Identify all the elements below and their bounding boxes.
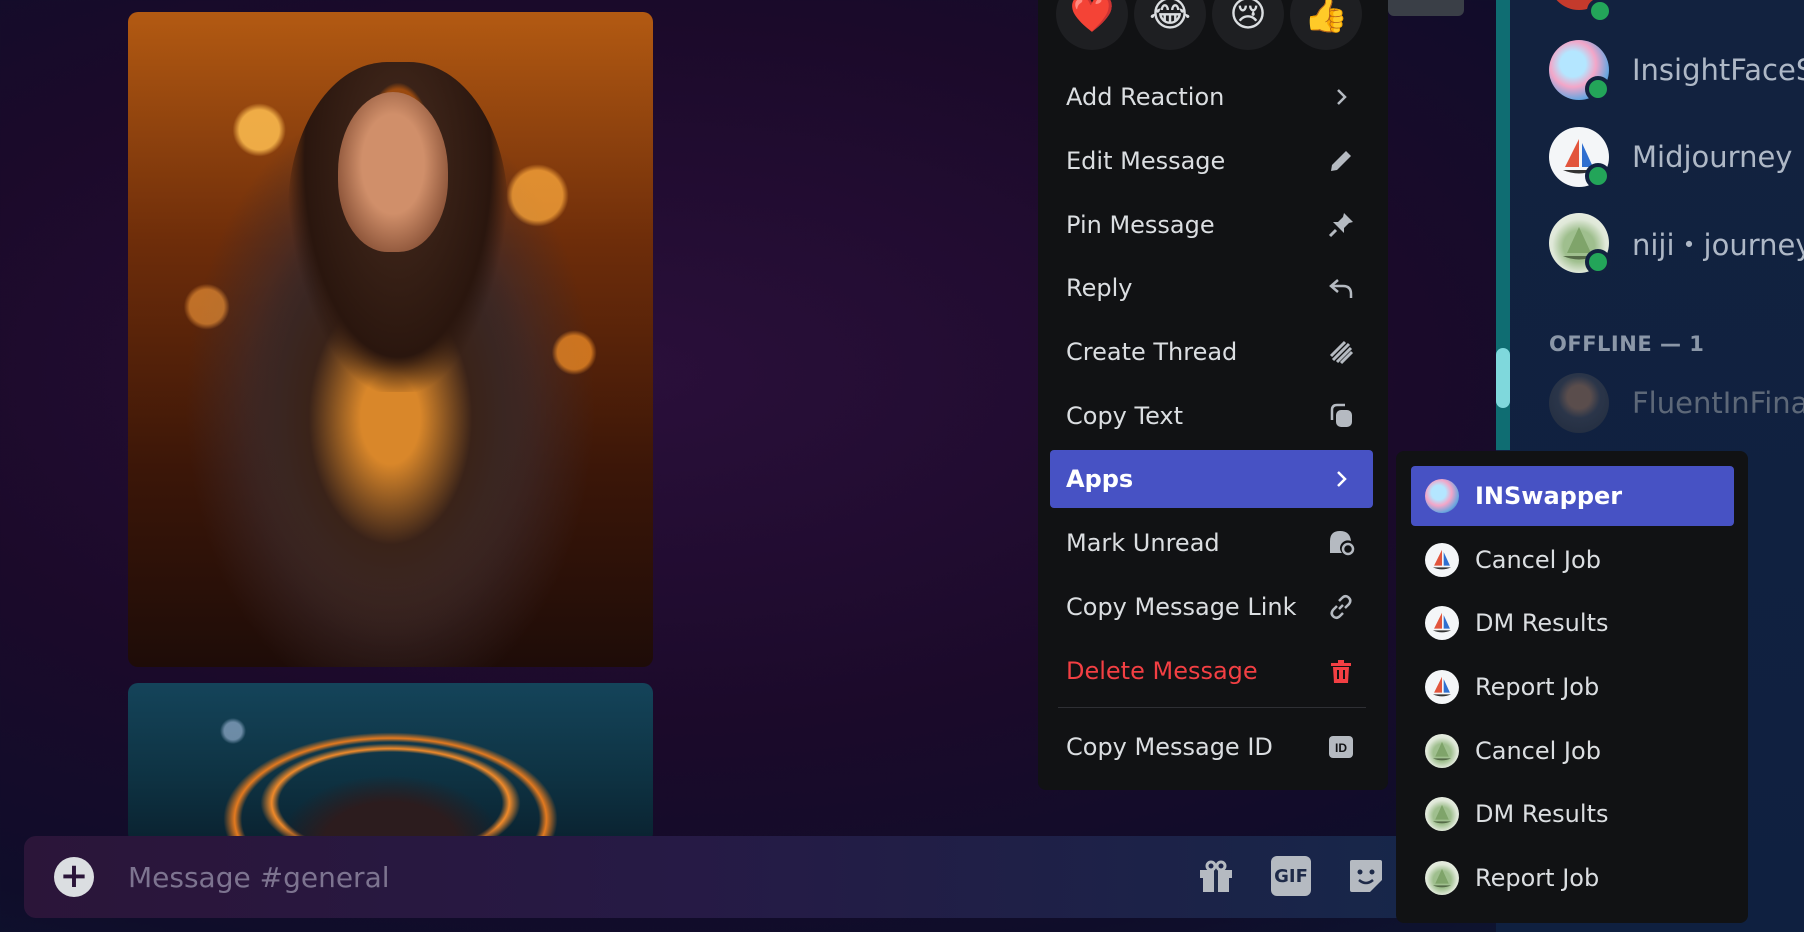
online-status-dot [1585, 76, 1611, 102]
svg-text:ID: ID [1335, 741, 1347, 755]
link-icon [1325, 591, 1357, 623]
member-name: InsightFaceSw [1632, 53, 1804, 87]
member-item-niji[interactable]: niji・journey [1549, 213, 1804, 275]
reaction-heart-button[interactable]: ❤️ [1056, 0, 1128, 50]
image-detail-face [338, 92, 448, 252]
menu-item-label: Copy Message ID [1066, 733, 1273, 761]
app-command-niji-dm-results[interactable]: DM Results [1411, 784, 1734, 844]
app-command-label: DM Results [1475, 800, 1609, 828]
midjourney-app-icon [1425, 543, 1459, 577]
offline-section-header: OFFLINE — 1 [1549, 332, 1705, 356]
avatar [1549, 127, 1611, 189]
menu-reply[interactable]: Reply [1050, 259, 1373, 317]
avatar [1549, 213, 1611, 275]
menu-item-label: Pin Message [1066, 211, 1215, 239]
chevron-right-icon [1325, 463, 1357, 495]
niji-app-icon [1425, 797, 1459, 831]
gift-icon[interactable] [1196, 856, 1236, 896]
online-status-dot [1585, 249, 1611, 275]
niji-app-icon [1425, 861, 1459, 895]
id-icon: ID [1325, 731, 1357, 763]
menu-apps[interactable]: Apps [1050, 450, 1373, 508]
plus-icon: + [59, 855, 89, 896]
pin-icon [1325, 209, 1357, 241]
menu-add-reaction[interactable]: Add Reaction [1050, 68, 1373, 126]
app-command-label: Report Job [1475, 864, 1600, 892]
reaction-joy-button[interactable]: 😂 [1134, 0, 1206, 50]
menu-item-label: Edit Message [1066, 147, 1226, 175]
attached-image-fire-portrait[interactable] [128, 12, 653, 667]
app-command-mj-cancel-job[interactable]: Cancel Job [1411, 530, 1734, 590]
insightface-app-icon [1425, 479, 1459, 513]
thumbs-up-emoji: 👍 [1303, 0, 1349, 35]
attached-image-second[interactable] [128, 683, 653, 843]
menu-separator [1058, 707, 1366, 708]
reaction-cry-button[interactable]: 😢 [1212, 0, 1284, 50]
add-attachment-button[interactable]: + [54, 857, 94, 897]
app-command-mj-report-job[interactable]: Report Job [1411, 657, 1734, 717]
gif-button[interactable]: GIF [1271, 856, 1311, 896]
avatar [1549, 40, 1611, 102]
menu-item-label: Copy Message Link [1066, 593, 1297, 621]
message-input[interactable] [128, 854, 928, 900]
menu-item-label: Create Thread [1066, 338, 1238, 366]
trash-icon [1325, 655, 1357, 687]
member-item-midjourney[interactable]: Midjourney B [1549, 127, 1804, 189]
message-composer: + GIF [24, 836, 1494, 918]
reply-icon [1325, 272, 1357, 304]
menu-item-label: Apps [1066, 465, 1134, 493]
thread-icon [1325, 336, 1357, 368]
member-name: Midjourney B [1632, 140, 1804, 174]
app-command-label: Cancel Job [1475, 546, 1601, 574]
menu-item-label: Delete Message [1066, 657, 1258, 685]
member-item-insightface[interactable]: InsightFaceSw [1549, 40, 1804, 102]
menu-item-label: Mark Unread [1066, 529, 1220, 557]
top-control-pill [1388, 0, 1464, 16]
pencil-icon [1325, 145, 1357, 177]
menu-create-thread[interactable]: Create Thread [1050, 323, 1373, 381]
heart-emoji: ❤️ [1069, 0, 1115, 35]
member-name: niji・journey [1632, 228, 1804, 262]
menu-copy-text[interactable]: Copy Text [1050, 387, 1373, 445]
app-command-label: Report Job [1475, 673, 1600, 701]
cry-emoji: 😢 [1229, 0, 1267, 35]
app-command-niji-report-job[interactable]: Report Job [1411, 848, 1734, 908]
menu-edit-message[interactable]: Edit Message [1050, 132, 1373, 190]
menu-pin-message[interactable]: Pin Message [1050, 196, 1373, 254]
menu-copy-message-link[interactable]: Copy Message Link [1050, 578, 1373, 636]
midjourney-app-icon [1425, 606, 1459, 640]
midjourney-app-icon [1425, 670, 1459, 704]
member-list-scrollbar-thumb[interactable] [1496, 348, 1510, 408]
app-command-label: DM Results [1475, 609, 1609, 637]
joy-emoji: 😂 [1148, 0, 1192, 35]
app-command-niji-cancel-job[interactable]: Cancel Job [1411, 721, 1734, 781]
menu-mark-unread[interactable]: Mark Unread [1050, 514, 1373, 572]
member-name: FluentInFinan [1632, 386, 1804, 420]
app-command-inswapper[interactable]: INSwapper [1411, 466, 1734, 526]
online-status-dot [1585, 163, 1611, 189]
sticker-icon[interactable] [1346, 856, 1386, 896]
menu-copy-message-id[interactable]: Copy Message ID ID [1050, 718, 1373, 776]
app-command-label: INSwapper [1475, 482, 1623, 510]
member-item-fluentinfinance[interactable]: FluentInFinan [1549, 373, 1804, 433]
reaction-thumbs-up-button[interactable]: 👍 [1290, 0, 1362, 50]
menu-delete-message[interactable]: Delete Message [1050, 642, 1373, 700]
app-command-mj-dm-results[interactable]: DM Results [1411, 593, 1734, 653]
niji-app-icon [1425, 734, 1459, 768]
mark-unread-icon [1325, 527, 1357, 559]
menu-item-label: Copy Text [1066, 402, 1184, 430]
copy-icon [1325, 400, 1357, 432]
menu-item-label: Reply [1066, 274, 1133, 302]
app-command-label: Cancel Job [1475, 737, 1601, 765]
avatar [1549, 373, 1609, 433]
chevron-right-icon [1325, 81, 1357, 113]
quick-reactions: ❤️ 😂 😢 👍 [1056, 0, 1362, 50]
menu-item-label: Add Reaction [1066, 83, 1225, 111]
